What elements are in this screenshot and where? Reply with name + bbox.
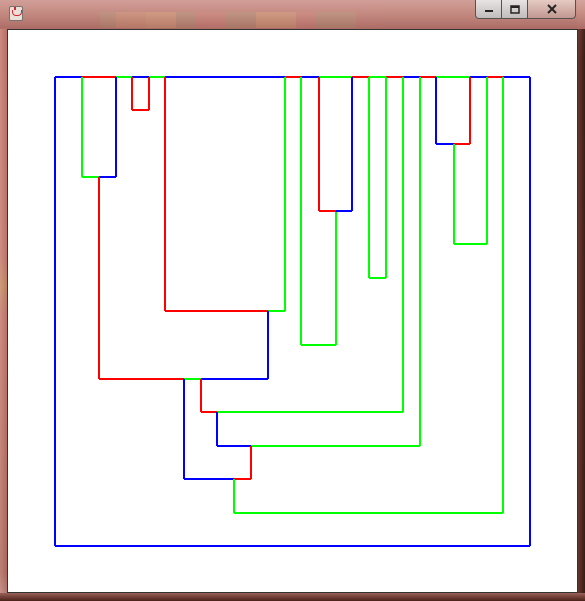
drawing-panel — [7, 29, 578, 593]
dendrogram-drawing — [54, 76, 531, 547]
branch-group-e — [318, 77, 353, 212]
window-frame-bottom — [0, 593, 585, 601]
close-button[interactable] — [528, 0, 576, 19]
minimize-icon — [484, 10, 493, 12]
java-cup-icon[interactable] — [9, 6, 23, 21]
window-frame-left — [0, 29, 7, 593]
close-icon — [546, 4, 557, 14]
maximize-icon — [509, 4, 520, 14]
branch-cascade — [183, 77, 504, 514]
branch-group-c — [164, 77, 286, 380]
branch-group-g — [435, 77, 488, 245]
branch-group-f — [368, 77, 387, 279]
branch-group-b — [131, 77, 150, 111]
minimize-button[interactable] — [475, 0, 502, 19]
window-frame-right — [578, 29, 585, 593]
outer-frame — [54, 76, 531, 547]
caption-buttons — [475, 0, 576, 20]
title-bar[interactable] — [0, 0, 585, 29]
app-window — [0, 0, 585, 601]
maximize-button[interactable] — [502, 0, 528, 19]
branch-group-a — [81, 77, 184, 380]
